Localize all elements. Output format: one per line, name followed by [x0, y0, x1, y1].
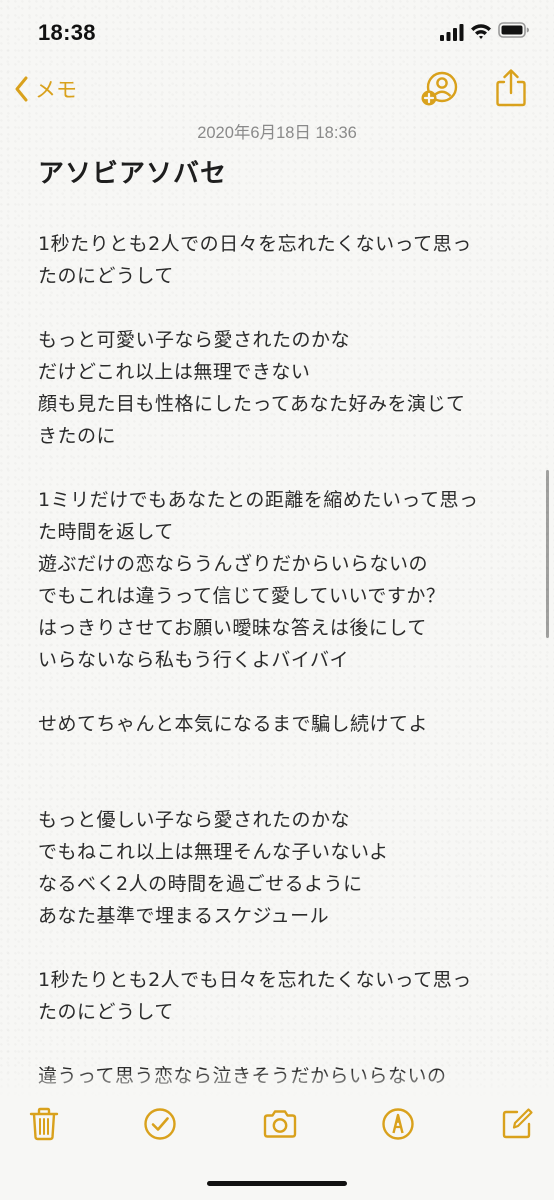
back-button[interactable]: メモ — [14, 72, 77, 106]
share-icon[interactable] — [493, 68, 529, 108]
scroll-indicator[interactable] — [546, 470, 549, 638]
note-line: もっと可愛い子なら愛されたのかな — [38, 329, 351, 351]
note-line: もっと優しい子なら愛されたのかな — [38, 809, 351, 831]
note-title[interactable]: アソビアソバセ — [38, 153, 227, 190]
note-line: あなた基準で埋まるスケジュール — [38, 905, 330, 927]
note-blank-line — [38, 1028, 518, 1060]
back-label: メモ — [35, 78, 77, 102]
compose-icon[interactable] — [499, 1106, 535, 1142]
status-time: 18:38 — [38, 20, 96, 45]
note-line: はっきりさせてお願い曖昧な答えは後にして — [38, 617, 427, 639]
note-blank-line — [38, 292, 518, 324]
note-line: だけどこれ以上は無理できない — [38, 361, 311, 383]
wifi-icon — [471, 24, 491, 39]
trash-icon[interactable] — [26, 1106, 62, 1142]
note-line: 顔も見た目も性格にしたってあなた好みを演じて — [38, 393, 466, 415]
note-line: たのにどうして — [38, 265, 174, 287]
note-line: でもねこれ以上は無理そんな子いないよ — [38, 841, 389, 863]
chevron-left-icon — [15, 76, 28, 102]
note-line: たのにどうして — [38, 1001, 174, 1023]
note-line: でもこれは違うって信じて愛していいですか？ — [38, 585, 446, 607]
note-blank-line — [38, 772, 518, 804]
camera-icon[interactable] — [261, 1106, 299, 1142]
note-line: せめてちゃんと本気になるまで騙し続けてよ — [38, 713, 429, 735]
note-blank-line — [38, 676, 518, 708]
checklist-icon[interactable] — [142, 1106, 178, 1142]
note-line: た時間を返して — [38, 521, 174, 543]
note-blank-line — [38, 452, 518, 484]
note-blank-line — [38, 740, 518, 772]
status-bar: 18:38 — [0, 0, 554, 64]
note-blank-line — [38, 932, 518, 964]
note-line: いらないなら私もう行くよバイバイ — [38, 649, 350, 671]
note-line: 1秒たりとも2人での日々を忘れたくないって思っ — [38, 233, 472, 255]
note-line: 1ミリだけでもあなたとの距離を縮めたいって思っ — [38, 489, 479, 511]
add-person-icon[interactable] — [420, 68, 460, 108]
note-line: なるべく2人の時間を過ごせるように — [38, 873, 363, 895]
home-indicator[interactable] — [207, 1181, 347, 1186]
cellular-signal-icon — [440, 24, 464, 41]
note-line: 1秒たりとも2人でも日々を忘れたくないって思っ — [38, 969, 472, 991]
note-body[interactable]: 1秒たりとも2人での日々を忘れたくないって思っ たのにどうして もっと可愛い子なら… — [38, 228, 518, 1092]
note-line: きたのに — [38, 425, 117, 447]
note-line: 遊ぶだけの恋ならうんざりだからいらないの — [38, 553, 429, 575]
nav-bar: メモ — [0, 64, 554, 116]
battery-icon — [498, 22, 529, 38]
markup-pen-icon[interactable] — [380, 1106, 416, 1142]
note-date: 2020年6月18日 18:36 — [197, 124, 357, 142]
